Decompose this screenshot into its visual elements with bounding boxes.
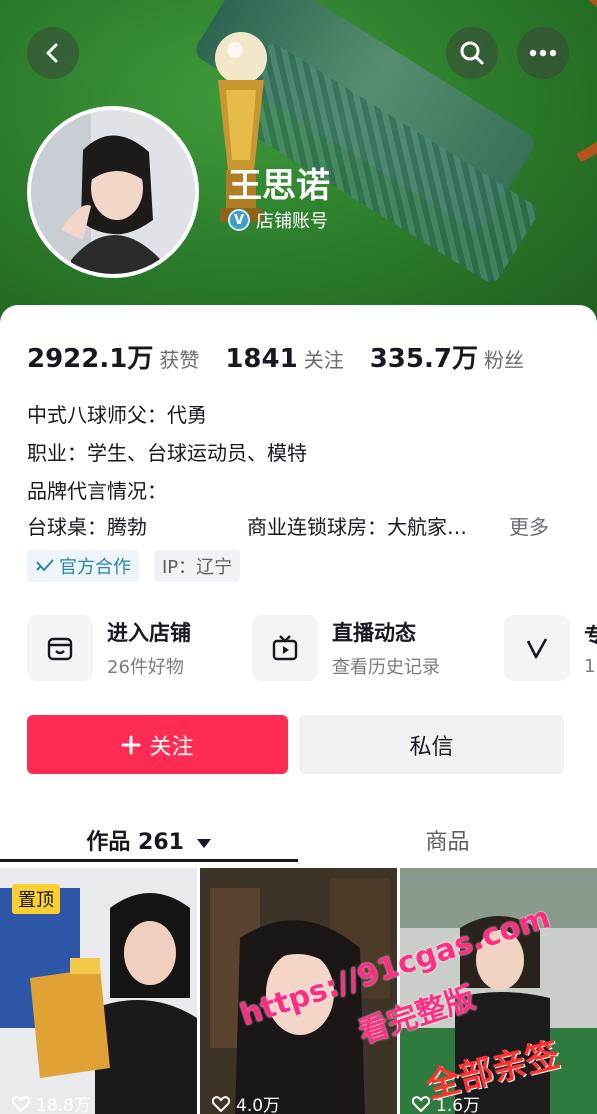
account-type-label: 店铺账号 [256,211,328,232]
v-icon [504,615,570,681]
service-subtitle: 1 [584,655,596,677]
plus-icon [121,735,141,754]
bio-line: 台球桌：腾勃 [27,515,147,539]
tab-works[interactable]: 作品 261 [0,824,298,856]
more-icon [529,49,557,57]
store-icon [27,615,93,681]
profile-nickname: 王思诺 [228,166,330,206]
tv-icon [252,615,318,681]
service-title: 直播动态 [332,621,416,645]
play-count-value: 4.0万 [236,1096,281,1114]
service-text: 专 1 [584,620,597,677]
avatar-image [31,110,195,274]
followers-count[interactable]: 335.7万 [370,338,478,375]
search-icon [460,41,484,65]
active-tab-indicator [0,859,298,862]
service-live[interactable]: 直播动态 查看历史记录 [252,615,440,681]
official-tag-label: 官方合作 [59,557,131,578]
heart-icon [12,1095,30,1112]
verified-badge-icon: V [228,209,250,231]
service-text: 进入店铺 26件好物 [107,617,191,679]
heart-icon [212,1095,230,1112]
official-cooperation-tag[interactable]: 官方合作 [27,550,139,582]
service-column[interactable]: 专 1 [504,615,597,681]
bio-line: 职业：学生、台球运动员、模特 [27,441,307,465]
profile-banner: 王思诺 V 店铺账号 [0,0,597,330]
caret-down-icon [196,839,211,848]
tab-works-label: 作品 261 [86,830,184,855]
play-count: 18.8万 [12,1091,91,1114]
bio-line: 商业连锁球房：大航家… [247,515,467,539]
play-count: 4.0万 [212,1091,280,1114]
service-store[interactable]: 进入店铺 26件好物 [27,615,191,681]
more-button[interactable] [517,27,569,79]
following-count[interactable]: 1841 [225,344,297,374]
bio-line: 中式八球师父：代勇 [27,403,207,427]
bio-line: 品牌代言情况： [27,479,167,503]
tab-goods[interactable]: 商品 [298,824,597,856]
likes-label: 获赞 [159,348,200,372]
pinned-badge: 置顶 [12,884,60,914]
followers-label[interactable]: 粉丝 [484,344,524,373]
following-label[interactable]: 关注 [304,344,344,373]
back-button[interactable] [27,27,79,79]
service-subtitle: 26件好物 [107,657,184,678]
ip-location-tag: IP：辽宁 [154,550,241,582]
profile-stats: 2922.1万 获赞 1841 关注 335.7万 粉丝 [27,338,550,375]
back-icon [46,43,58,63]
search-button[interactable] [446,27,498,79]
service-title: 进入店铺 [107,621,191,645]
play-count-value: 18.8万 [36,1096,91,1114]
avatar[interactable] [27,106,199,278]
video-thumbnail[interactable]: 置顶 18.8万 [0,868,197,1114]
account-type: V 店铺账号 [228,207,328,233]
service-subtitle: 查看历史记录 [332,657,440,678]
content-tabs: 作品 261 商品 [0,810,597,866]
service-title: 专 [584,623,597,648]
follow-label: 关注 [149,734,194,760]
likes-count: 2922.1万 [27,344,154,374]
follow-button[interactable]: 关注 [27,715,288,774]
service-text: 直播动态 查看历史记录 [332,617,440,679]
message-button[interactable]: 私信 [299,715,564,774]
bio-more-link[interactable]: 更多 [509,511,549,540]
heart-icon [412,1095,430,1112]
handshake-icon [36,559,54,572]
